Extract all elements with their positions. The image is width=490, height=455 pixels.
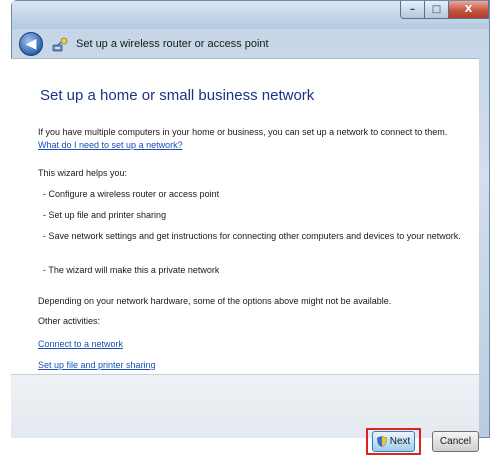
file-printer-sharing-link[interactable]: Set up file and printer sharing bbox=[38, 359, 156, 372]
back-arrow-icon: ◀ bbox=[25, 36, 37, 52]
other-activities-label: Other activities: bbox=[38, 316, 101, 326]
wizard-nav-bar: ◀ Set up a wireless router or access poi… bbox=[12, 29, 489, 59]
bullet-save-settings: - Save network settings and get instruct… bbox=[43, 231, 461, 241]
cancel-button[interactable]: Cancel bbox=[432, 431, 479, 452]
close-button[interactable]: X bbox=[449, 1, 489, 19]
network-help-link[interactable]: What do I need to set up a network? bbox=[38, 140, 183, 150]
bullet-file-sharing: - Set up file and printer sharing bbox=[43, 210, 167, 220]
wizard-button-bar: Next Cancel bbox=[11, 374, 479, 455]
back-button[interactable]: ◀ bbox=[19, 32, 43, 56]
caption-buttons: – □ X bbox=[400, 1, 489, 19]
bullet-private-network: - The wizard will make this a private ne… bbox=[43, 265, 220, 275]
minimize-button[interactable]: – bbox=[400, 1, 425, 19]
title-bar[interactable]: – □ X bbox=[12, 1, 489, 29]
wizard-content: Set up a home or small business network … bbox=[11, 58, 479, 374]
intro-text: If you have multiple computers in your h… bbox=[38, 127, 448, 137]
helps-label: This wizard helps you: bbox=[38, 168, 128, 178]
connect-network-link[interactable]: Connect to a network bbox=[38, 338, 123, 351]
bullet-configure-router: - Configure a wireless router or access … bbox=[43, 189, 220, 199]
next-button-highlight: Next bbox=[366, 428, 421, 455]
wizard-title: Set up a wireless router or access point bbox=[76, 38, 269, 50]
wizard-network-icon bbox=[52, 37, 68, 52]
next-button[interactable]: Next bbox=[372, 431, 415, 452]
maximize-button[interactable]: □ bbox=[425, 1, 449, 19]
intro-paragraph: If you have multiple computers in your h… bbox=[38, 126, 468, 152]
hardware-note: Depending on your network hardware, some… bbox=[38, 296, 392, 306]
page-heading: Set up a home or small business network bbox=[40, 87, 315, 104]
